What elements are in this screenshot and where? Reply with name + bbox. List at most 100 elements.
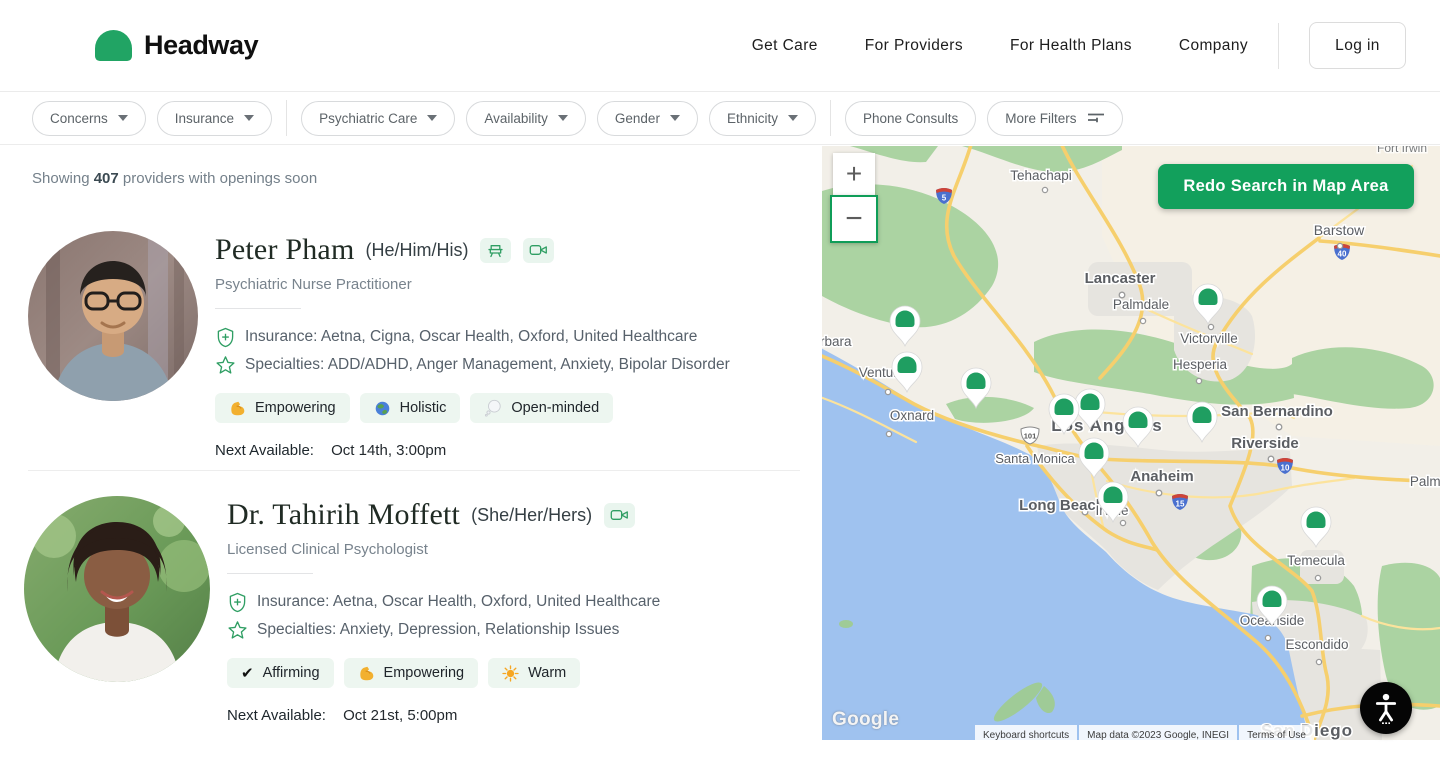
map-label-escondido: Escondido [1285, 637, 1348, 652]
flex-biceps-icon [229, 400, 246, 417]
filter-label: Ethnicity [727, 111, 778, 126]
filter-label: Insurance [175, 111, 234, 126]
login-button[interactable]: Log in [1309, 22, 1406, 69]
provider-title: Psychiatric Nurse Practitioner [215, 276, 730, 293]
badge-warm: Warm [488, 658, 580, 688]
provider-photo-illustration [28, 231, 198, 401]
chevron-down-icon [118, 115, 128, 121]
sun-icon [502, 665, 519, 682]
thought-balloon-icon [484, 399, 502, 417]
badge-label: Open-minded [511, 400, 599, 416]
nav-for-health-plans[interactable]: For Health Plans [1010, 37, 1132, 55]
keyboard-shortcuts-link[interactable]: Keyboard shortcuts [975, 725, 1077, 740]
filter-label: Gender [615, 111, 660, 126]
map-label-temecula: Temecula [1287, 553, 1345, 568]
filter-group-divider [286, 100, 287, 136]
filter-group-divider [830, 100, 831, 136]
map-attribution: Keyboard shortcuts Map data ©2023 Google… [975, 725, 1314, 740]
results-suffix: providers with openings soon [123, 170, 317, 187]
badge-label: Empowering [255, 400, 336, 416]
star-outline-icon [227, 620, 248, 641]
map-zoom-out-button[interactable]: − [830, 195, 878, 243]
shield-plus-icon [215, 327, 236, 348]
filter-label: Availability [484, 111, 548, 126]
globe-icon [374, 400, 391, 417]
divider [227, 573, 313, 574]
flex-biceps-icon [358, 665, 375, 682]
map-label-lancaster: Lancaster [1085, 270, 1156, 287]
map-label-palmdale: Palmdale [1113, 297, 1169, 312]
filter-insurance[interactable]: Insurance [157, 101, 272, 136]
map-label-tehachapi: Tehachapi [1010, 168, 1072, 183]
shield-i10: 10 [1281, 464, 1290, 473]
map-label-victorville: Victorville [1180, 331, 1238, 346]
map-label-long-beach: Long Beach [1019, 497, 1105, 514]
filter-label: Phone Consults [863, 111, 958, 126]
provider-title: Licensed Clinical Psychologist [227, 541, 660, 558]
map-label-palm-springs: Palm Springs [1410, 474, 1440, 489]
filter-label: More Filters [1005, 111, 1076, 126]
provider-results-panel: Showing 407 providers with openings soon [0, 145, 822, 777]
main-nav: Get Care For Providers For Health Plans … [752, 37, 1248, 55]
chevron-down-icon [558, 115, 568, 121]
star-outline-icon [215, 355, 236, 376]
redo-search-button[interactable]: Redo Search in Map Area [1158, 164, 1414, 209]
specialties-label: Specialties: [257, 621, 336, 638]
headway-logo[interactable]: Headway [95, 30, 258, 61]
terms-of-use-link[interactable]: Terms of Use [1239, 725, 1314, 740]
video-camera-icon [529, 243, 548, 257]
badge-affirming: ✔ Affirming [227, 658, 334, 688]
provider-photo-illustration [24, 496, 210, 682]
next-available-value: Oct 21st, 5:00pm [343, 707, 457, 724]
insurance-label: Insurance: [245, 328, 317, 345]
personality-badges: Empowering Holistic Open-minded [215, 393, 730, 423]
nav-for-providers[interactable]: For Providers [865, 37, 963, 55]
insurance-value: Aetna, Oscar Health, Oxford, United Heal… [333, 593, 660, 610]
map-zoom-in-button[interactable]: + [833, 153, 875, 195]
filter-psychiatric-care[interactable]: Psychiatric Care [301, 101, 455, 136]
next-available-value: Oct 14th, 3:00pm [331, 442, 446, 459]
badge-label: Affirming [263, 665, 320, 681]
next-available-label: Next Available: [215, 442, 314, 459]
provider-pronouns: (He/Him/His) [365, 240, 468, 261]
insurance-label: Insurance: [257, 593, 329, 610]
provider-card-peter-pham[interactable]: Peter Pham (He/Him/His) Psychiatric Nurs… [28, 231, 730, 459]
map-canvas[interactable]: 5 40 101 605 15 [822, 146, 1440, 740]
nav-company[interactable]: Company [1179, 37, 1248, 55]
filter-label: Concerns [50, 111, 108, 126]
badge-empowering: Empowering [344, 658, 479, 688]
check-icon: ✔ [241, 664, 254, 682]
in-person-sessions-chip [480, 238, 511, 263]
shield-i40: 40 [1338, 250, 1347, 259]
filter-more-filters[interactable]: More Filters [987, 101, 1122, 136]
badge-label: Empowering [384, 665, 465, 681]
provider-photo[interactable] [28, 231, 198, 401]
map-panel[interactable]: 5 40 101 605 15 [822, 146, 1440, 740]
provider-name[interactable]: Dr. Tahirih Moffett [227, 498, 460, 532]
provider-photo[interactable] [24, 496, 210, 682]
video-camera-icon [610, 508, 629, 522]
headway-dome-icon [95, 30, 132, 61]
nav-get-care[interactable]: Get Care [752, 37, 818, 55]
map-label-anaheim: Anaheim [1130, 468, 1193, 485]
filter-phone-consults[interactable]: Phone Consults [845, 101, 976, 136]
filter-bar: Concerns Insurance Psychiatric Care Avai… [0, 92, 1440, 145]
chevron-down-icon [427, 115, 437, 121]
provider-name[interactable]: Peter Pham [215, 233, 354, 267]
map-label-fort-irwin: Fort Irwin [1377, 146, 1427, 155]
specialties-row: Specialties: ADD/ADHD, Anger Management,… [215, 351, 730, 379]
specialties-value: Anxiety, Depression, Relationship Issues [340, 621, 620, 638]
shield-us101: 101 [1024, 432, 1037, 441]
accessibility-widget-button[interactable] [1360, 682, 1412, 734]
insurance-value: Aetna, Cigna, Oscar Health, Oxford, Unit… [321, 328, 698, 345]
map-label-santa-monica: Santa Monica [995, 451, 1075, 466]
provider-card-tahirih-moffett[interactable]: Dr. Tahirih Moffett (She/Her/Hers) Licen… [24, 496, 660, 724]
filter-concerns[interactable]: Concerns [32, 101, 146, 136]
filter-gender[interactable]: Gender [597, 101, 698, 136]
map-label-santa-barbara: Santa Barbara [822, 334, 852, 349]
filter-availability[interactable]: Availability [466, 101, 586, 136]
armchair-icon [486, 242, 505, 258]
map-label-riverside: Riverside [1231, 435, 1299, 452]
filter-ethnicity[interactable]: Ethnicity [709, 101, 816, 136]
chevron-down-icon [244, 115, 254, 121]
